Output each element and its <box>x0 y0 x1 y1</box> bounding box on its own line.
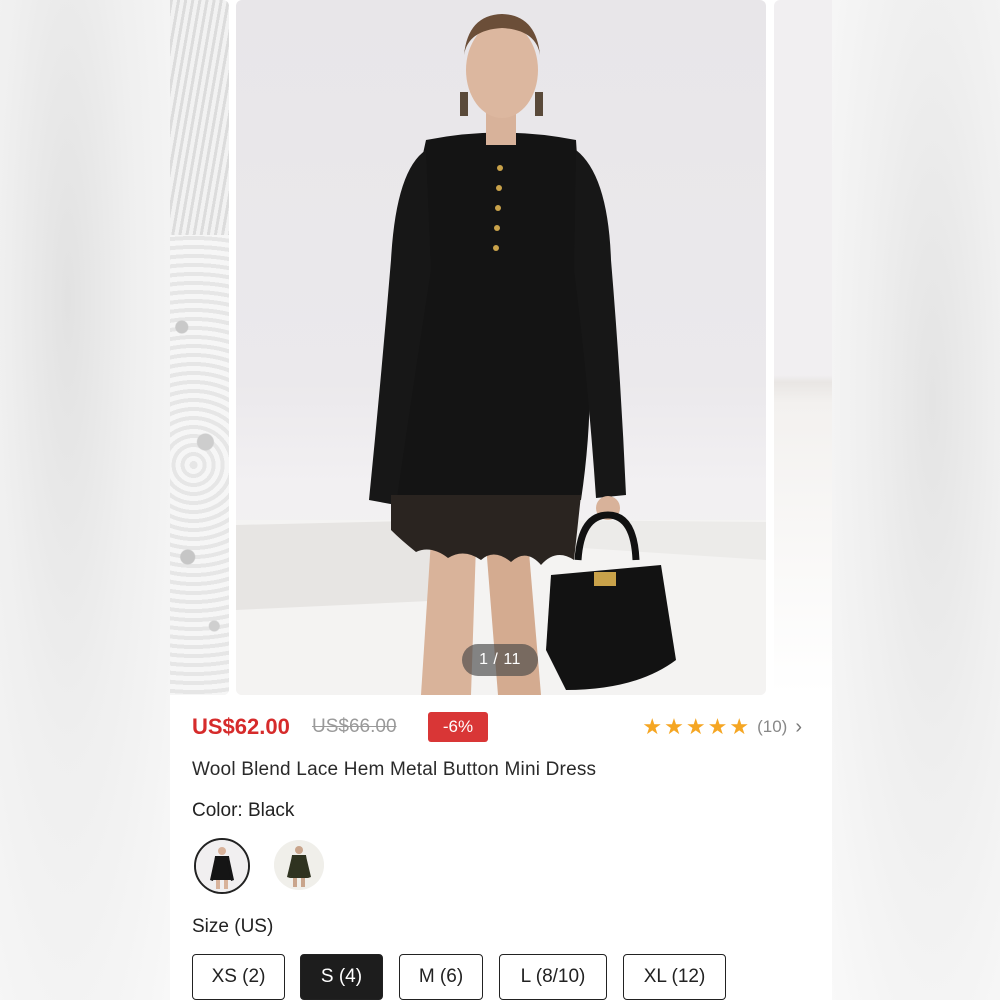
next-image-preview[interactable] <box>774 0 832 695</box>
size-label: Size (US) <box>192 916 274 937</box>
color-swatch-olive[interactable] <box>274 840 324 890</box>
lace-detail-image <box>170 235 229 695</box>
product-title: Wool Blend Lace Hem Metal Button Mini Dr… <box>192 759 597 780</box>
sale-price: US$62.00 <box>192 714 290 739</box>
previous-image-preview[interactable] <box>170 0 229 695</box>
color-swatches <box>192 838 492 896</box>
size-options: XS (2) S (4) M (6) L (8/10) XL (12) <box>192 954 832 1000</box>
star-icon: ★ <box>729 714 750 739</box>
size-option-s[interactable]: S (4) <box>300 954 383 1000</box>
star-icon: ★ <box>664 714 684 739</box>
olive-dress-swatch-icon <box>274 840 324 890</box>
background-left <box>0 0 170 1000</box>
color-label: Color: Black <box>192 800 295 821</box>
size-option-l[interactable]: L (8/10) <box>499 954 607 1000</box>
star-icon: ★ <box>685 714 706 739</box>
star-icon: ★ <box>642 714 663 739</box>
color-swatch-black[interactable] <box>194 838 250 894</box>
size-option-xs[interactable]: XS (2) <box>192 954 285 1000</box>
image-gallery[interactable]: 1 / 11 <box>170 0 832 695</box>
size-option-xl[interactable]: XL (12) <box>623 954 726 1000</box>
review-count: (10) <box>757 717 788 736</box>
main-product-image[interactable] <box>236 0 766 695</box>
model-photo <box>236 14 766 695</box>
rating-summary[interactable]: ★ ★ ★ ★ ★ (10) › <box>642 714 802 740</box>
price-row: US$62.00 US$66.00 -6% ★ ★ ★ ★ ★ (10) › <box>192 712 812 744</box>
black-dress-swatch-icon <box>196 840 248 892</box>
discount-badge: -6% <box>428 712 488 742</box>
star-icon: ★ <box>707 714 728 739</box>
size-option-m[interactable]: M (6) <box>399 954 483 1000</box>
image-counter: 1 / 11 <box>462 644 538 676</box>
background-right <box>832 0 1000 1000</box>
original-price: US$66.00 <box>312 716 397 737</box>
product-page: 1 / 11 US$62.00 US$66.00 -6% ★ ★ ★ ★ ★ (… <box>170 0 832 1000</box>
chevron-right-icon: › <box>795 716 802 738</box>
